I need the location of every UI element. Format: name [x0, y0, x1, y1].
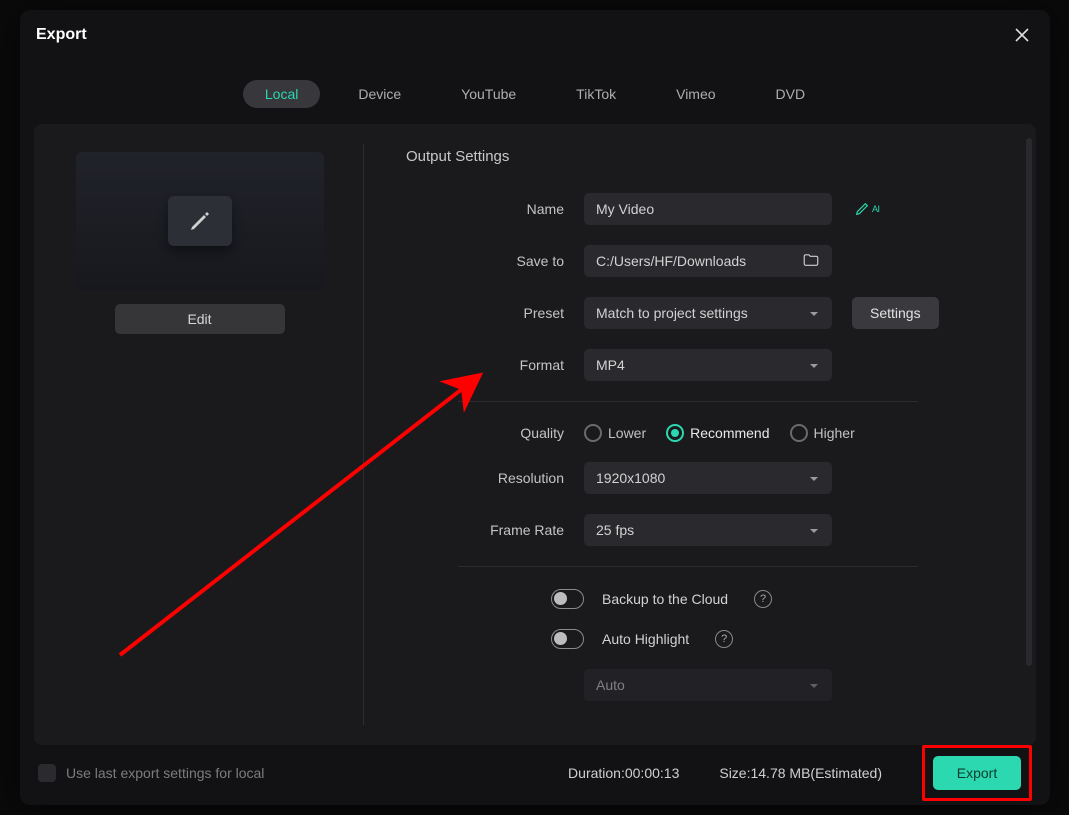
row-resolution: Resolution 1920x1080	[406, 462, 998, 494]
close-button[interactable]	[1010, 23, 1034, 47]
radio-icon	[666, 424, 684, 442]
saveto-value: C:/Users/HF/Downloads	[596, 253, 746, 269]
row-highlight-mode: Auto	[406, 669, 998, 701]
preset-select[interactable]: Match to project settings	[584, 297, 832, 329]
row-saveto: Save to C:/Users/HF/Downloads	[406, 245, 998, 277]
footer: Use last export settings for local Durat…	[20, 745, 1050, 805]
highlight-mode-select[interactable]: Auto	[584, 669, 832, 701]
help-icon[interactable]: ?	[715, 630, 733, 648]
row-quality: Quality Lower Recommend Higher	[406, 424, 998, 442]
row-format: Format MP4	[406, 349, 998, 381]
framerate-select[interactable]: 25 fps	[584, 514, 832, 546]
size-info: Size:14.78 MB(Estimated)	[719, 765, 882, 781]
duration-info: Duration:00:00:13	[568, 765, 679, 781]
size-value: 14.78 MB	[750, 765, 810, 781]
help-icon[interactable]: ?	[754, 590, 772, 608]
section-title: Output Settings	[406, 148, 998, 165]
backup-label: Backup to the Cloud	[602, 591, 728, 607]
tab-local[interactable]: Local	[243, 80, 320, 108]
resolution-value: 1920x1080	[596, 470, 665, 486]
preview-column: Edit	[64, 144, 364, 725]
folder-icon[interactable]	[802, 251, 820, 272]
quality-option-label: Higher	[814, 425, 855, 441]
resolution-label: Resolution	[406, 470, 584, 486]
radio-icon	[790, 424, 808, 442]
row-name: Name AI	[406, 193, 998, 225]
framerate-label: Frame Rate	[406, 522, 584, 538]
row-highlight: Auto Highlight ?	[406, 629, 998, 649]
divider	[458, 401, 918, 402]
format-value: MP4	[596, 357, 625, 373]
pencil-icon	[168, 196, 232, 246]
use-last-label: Use last export settings for local	[66, 765, 264, 781]
backup-toggle[interactable]	[551, 589, 584, 609]
dialog-title: Export	[36, 26, 87, 44]
name-label: Name	[406, 201, 584, 217]
export-dialog: Export Local Device YouTube TikTok Vimeo…	[20, 10, 1050, 805]
row-framerate: Frame Rate 25 fps	[406, 514, 998, 546]
dialog-header: Export	[20, 10, 1050, 60]
video-thumbnail[interactable]	[76, 152, 324, 290]
resolution-select[interactable]: 1920x1080	[584, 462, 832, 494]
highlight-label: Auto Highlight	[602, 631, 689, 647]
scrollbar[interactable]	[1026, 138, 1032, 666]
quality-higher[interactable]: Higher	[790, 424, 855, 442]
preset-label: Preset	[406, 305, 584, 321]
quality-label: Quality	[406, 425, 584, 441]
quality-option-label: Lower	[608, 425, 646, 441]
size-suffix: (Estimated)	[810, 765, 882, 781]
chevron-down-icon	[808, 307, 820, 319]
close-icon	[1014, 27, 1030, 43]
row-preset: Preset Match to project settings Setting…	[406, 297, 998, 329]
duration-value: 00:00:13	[625, 765, 680, 781]
export-button[interactable]: Export	[933, 756, 1021, 790]
tab-bar: Local Device YouTube TikTok Vimeo DVD	[20, 80, 1050, 108]
use-last-checkbox[interactable]	[38, 764, 56, 782]
chevron-down-icon	[808, 359, 820, 371]
radio-icon	[584, 424, 602, 442]
quality-option-label: Recommend	[690, 425, 769, 441]
tab-vimeo[interactable]: Vimeo	[654, 80, 737, 108]
size-label: Size:	[719, 765, 750, 781]
tab-youtube[interactable]: YouTube	[439, 80, 538, 108]
framerate-value: 25 fps	[596, 522, 634, 538]
saveto-input[interactable]: C:/Users/HF/Downloads	[584, 245, 832, 277]
highlight-toggle[interactable]	[551, 629, 584, 649]
tab-dvd[interactable]: DVD	[754, 80, 828, 108]
ai-rename-icon[interactable]: AI	[854, 201, 880, 217]
saveto-label: Save to	[406, 253, 584, 269]
tab-tiktok[interactable]: TikTok	[554, 80, 638, 108]
edit-button[interactable]: Edit	[115, 304, 285, 334]
chevron-down-icon	[808, 472, 820, 484]
preset-settings-button[interactable]: Settings	[852, 297, 939, 329]
preset-value: Match to project settings	[596, 305, 748, 321]
quality-lower[interactable]: Lower	[584, 424, 646, 442]
row-backup: Backup to the Cloud ?	[406, 589, 998, 609]
settings-column: Output Settings Name AI Save to C:/Users…	[364, 144, 1036, 725]
duration-label: Duration:	[568, 765, 625, 781]
export-highlight-box: Export	[922, 745, 1032, 801]
quality-recommend[interactable]: Recommend	[666, 424, 769, 442]
format-select[interactable]: MP4	[584, 349, 832, 381]
main-panel: Edit Output Settings Name AI Save to C:/…	[34, 124, 1036, 745]
divider	[458, 566, 918, 567]
tab-device[interactable]: Device	[336, 80, 423, 108]
chevron-down-icon	[808, 524, 820, 536]
highlight-mode-value: Auto	[596, 677, 625, 693]
name-input[interactable]	[584, 193, 832, 225]
format-label: Format	[406, 357, 584, 373]
chevron-down-icon	[808, 679, 820, 691]
